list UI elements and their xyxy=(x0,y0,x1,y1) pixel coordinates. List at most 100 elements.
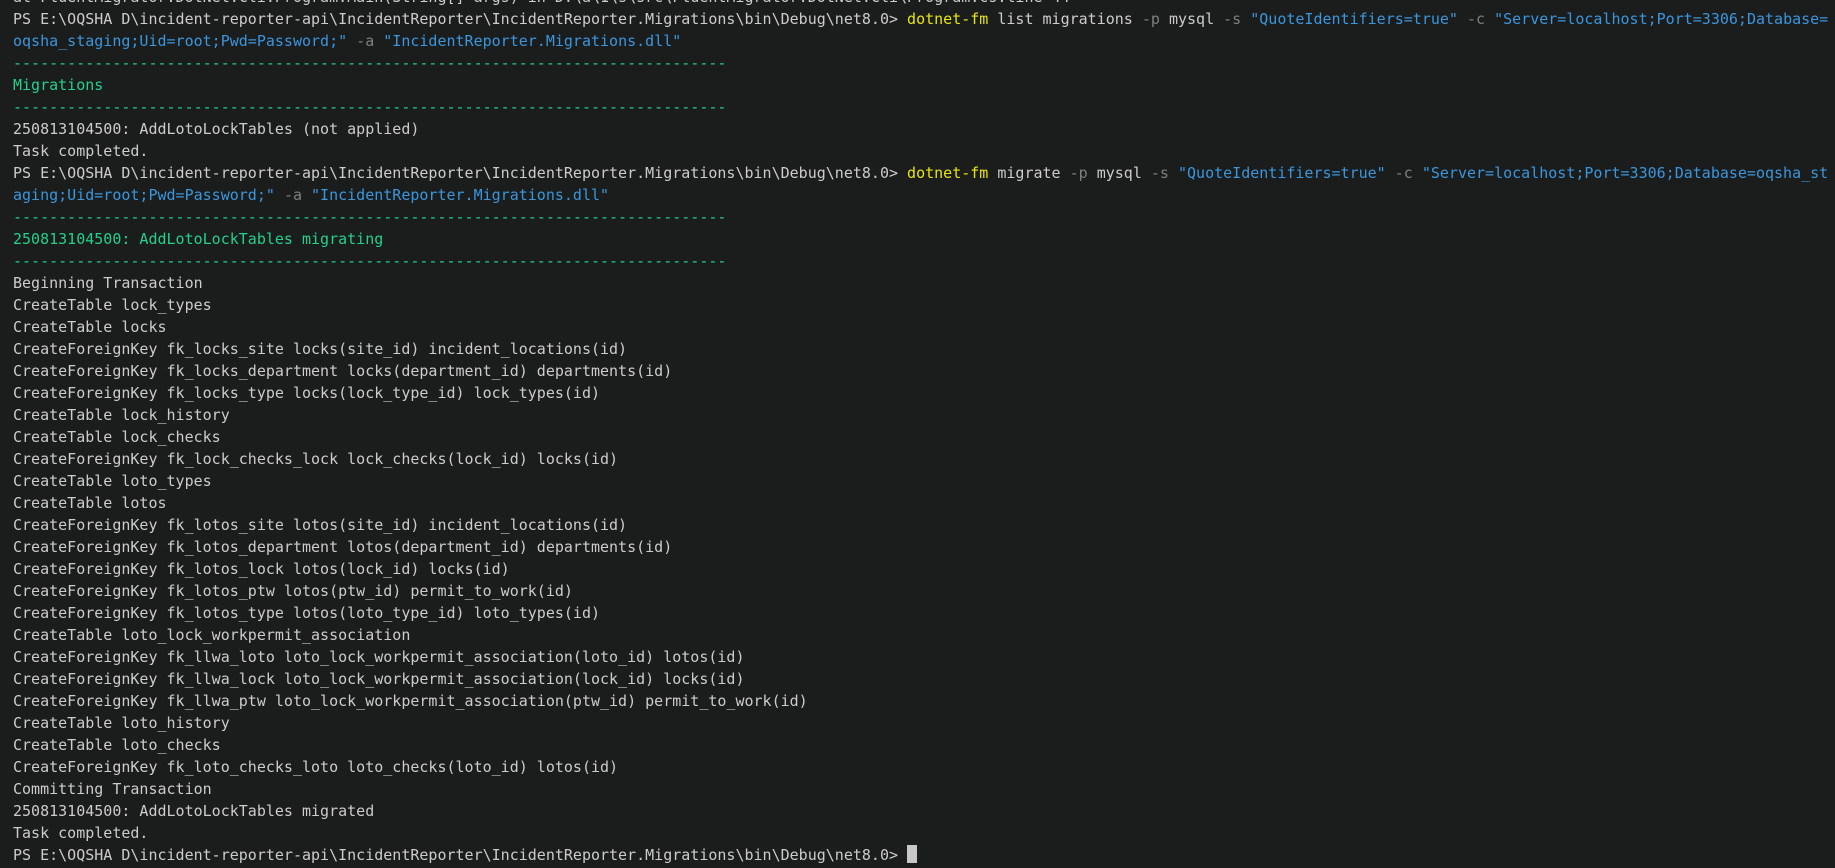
text-segment: CreateForeignKey fk_llwa_loto loto_lock_… xyxy=(13,648,745,666)
text-segment: at FluentMigrator.DotNet.Cli.Program.Mai… xyxy=(13,0,1070,6)
text-segment xyxy=(347,32,356,50)
text-segment: mysql xyxy=(1160,10,1223,28)
text-segment: CreateTable loto_history xyxy=(13,714,230,732)
text-segment xyxy=(1485,10,1494,28)
text-segment: CreateTable lotos xyxy=(13,494,167,512)
terminal-line: CreateTable locks xyxy=(13,316,1835,338)
terminal-line: CreateForeignKey fk_llwa_ptw loto_lock_w… xyxy=(13,690,1835,712)
text-segment: CreateForeignKey fk_locks_type locks(loc… xyxy=(13,384,600,402)
terminal-line: oqsha_staging;Uid=root;Pwd=Password;" -a… xyxy=(13,30,1835,52)
text-segment: 250813104500: AddLotoLockTables migrated xyxy=(13,802,374,820)
terminal-line: CreateForeignKey fk_locks_type locks(loc… xyxy=(13,382,1835,404)
text-segment: CreateForeignKey fk_llwa_lock loto_lock_… xyxy=(13,670,745,688)
terminal-cursor[interactable] xyxy=(907,845,917,863)
text-segment: CreateForeignKey fk_locks_department loc… xyxy=(13,362,672,380)
text-segment: "Server=localhost;Port=3306;Database=oqs… xyxy=(1422,164,1828,182)
text-segment: CreateTable loto_checks xyxy=(13,736,221,754)
terminal-line: at FluentMigrator.DotNet.Cli.Program.Mai… xyxy=(13,0,1835,8)
terminal-line: PS E:\OQSHA D\incident-reporter-api\Inci… xyxy=(13,8,1835,30)
terminal-line: 250813104500: AddLotoLockTables migratin… xyxy=(13,228,1835,250)
text-segment xyxy=(1169,164,1178,182)
text-segment: CreateTable loto_types xyxy=(13,472,212,490)
text-segment: Task completed. xyxy=(13,142,148,160)
text-segment: CreateForeignKey fk_lotos_lock lotos(loc… xyxy=(13,560,510,578)
text-segment: "IncidentReporter.Migrations.dll" xyxy=(311,186,609,204)
terminal-line: Task completed. xyxy=(13,822,1835,844)
text-segment: list migrations xyxy=(988,10,1142,28)
text-segment: CreateTable lock_types xyxy=(13,296,212,314)
text-segment: -c xyxy=(1467,10,1485,28)
terminal-line: PS E:\OQSHA D\incident-reporter-api\Inci… xyxy=(13,162,1835,184)
terminal-line: CreateTable loto_lock_workpermit_associa… xyxy=(13,624,1835,646)
terminal-line: aging;Uid=root;Pwd=Password;" -a "Incide… xyxy=(13,184,1835,206)
terminal-line: CreateForeignKey fk_lotos_lock lotos(loc… xyxy=(13,558,1835,580)
text-segment: CreateForeignKey fk_locks_site locks(sit… xyxy=(13,340,627,358)
text-segment: -s xyxy=(1151,164,1169,182)
text-segment xyxy=(275,186,284,204)
text-segment: 250813104500: AddLotoLockTables migratin… xyxy=(13,230,383,248)
text-segment: "Server=localhost;Port=3306;Database= xyxy=(1494,10,1828,28)
terminal-line: CreateTable loto_checks xyxy=(13,734,1835,756)
terminal-line: CreateTable loto_types xyxy=(13,470,1835,492)
terminal-line: CreateTable lotos xyxy=(13,492,1835,514)
terminal-line: CreateForeignKey fk_lotos_type lotos(lot… xyxy=(13,602,1835,624)
text-segment: CreateForeignKey fk_loto_checks_loto lot… xyxy=(13,758,618,776)
text-segment xyxy=(1458,10,1467,28)
separator-line: ----------------------------------------… xyxy=(13,206,1835,228)
terminal-line: CreateForeignKey fk_llwa_lock loto_lock_… xyxy=(13,668,1835,690)
text-segment: -p xyxy=(1142,10,1160,28)
terminal-line: CreateForeignKey fk_lotos_department lot… xyxy=(13,536,1835,558)
terminal-line: CreateForeignKey fk_locks_department loc… xyxy=(13,360,1835,382)
terminal-window[interactable]: at FluentMigrator.DotNet.Cli.Program.Mai… xyxy=(0,0,1835,868)
text-segment: ----------------------------------------… xyxy=(13,208,726,226)
text-segment: PS E:\OQSHA D\incident-reporter-api\Inci… xyxy=(13,10,907,28)
text-segment: 250813104500: AddLotoLockTables (not app… xyxy=(13,120,419,138)
terminal-line: PS E:\OQSHA D\incident-reporter-api\Inci… xyxy=(13,844,1835,866)
terminal-line: CreateTable lock_history xyxy=(13,404,1835,426)
terminal-line: CreateForeignKey fk_llwa_loto loto_lock_… xyxy=(13,646,1835,668)
text-segment: -s xyxy=(1223,10,1241,28)
text-segment: dotnet-fm xyxy=(907,164,988,182)
text-segment: -c xyxy=(1395,164,1413,182)
text-segment: CreateTable locks xyxy=(13,318,167,336)
text-segment: -a xyxy=(356,32,374,50)
text-segment: aging;Uid=root;Pwd=Password;" xyxy=(13,186,275,204)
text-segment xyxy=(1413,164,1422,182)
text-segment: migrate xyxy=(988,164,1069,182)
text-segment: CreateForeignKey fk_llwa_ptw loto_lock_w… xyxy=(13,692,808,710)
text-segment: -a xyxy=(284,186,302,204)
text-segment: PS E:\OQSHA D\incident-reporter-api\Inci… xyxy=(13,164,907,182)
terminal-line: Committing Transaction xyxy=(13,778,1835,800)
text-segment xyxy=(1241,10,1250,28)
separator-line: ----------------------------------------… xyxy=(13,96,1835,118)
terminal-line: CreateForeignKey fk_lock_checks_lock loc… xyxy=(13,448,1835,470)
text-segment xyxy=(302,186,311,204)
terminal-line: CreateTable lock_checks xyxy=(13,426,1835,448)
terminal-line: CreateForeignKey fk_locks_site locks(sit… xyxy=(13,338,1835,360)
terminal-line: CreateTable loto_history xyxy=(13,712,1835,734)
text-segment: CreateForeignKey fk_lotos_type lotos(lot… xyxy=(13,604,600,622)
text-segment: Migrations xyxy=(13,76,103,94)
text-segment: CreateForeignKey fk_lotos_department lot… xyxy=(13,538,672,556)
text-segment: Committing Transaction xyxy=(13,780,212,798)
terminal-line: CreateForeignKey fk_loto_checks_loto lot… xyxy=(13,756,1835,778)
text-segment: "IncidentReporter.Migrations.dll" xyxy=(383,32,681,50)
terminal-line: 250813104500: AddLotoLockTables (not app… xyxy=(13,118,1835,140)
text-segment: oqsha_staging;Uid=root;Pwd=Password;" xyxy=(13,32,347,50)
text-segment: Task completed. xyxy=(13,824,148,842)
text-segment xyxy=(374,32,383,50)
text-segment: CreateTable lock_checks xyxy=(13,428,221,446)
terminal-line: Migrations xyxy=(13,74,1835,96)
text-segment: CreateForeignKey fk_lock_checks_lock loc… xyxy=(13,450,618,468)
terminal-line: CreateForeignKey fk_lotos_ptw lotos(ptw_… xyxy=(13,580,1835,602)
text-segment: ----------------------------------------… xyxy=(13,98,726,116)
terminal-line: CreateForeignKey fk_lotos_site lotos(sit… xyxy=(13,514,1835,536)
text-segment: "QuoteIdentifiers=true" xyxy=(1250,10,1458,28)
text-segment: CreateTable loto_lock_workpermit_associa… xyxy=(13,626,410,644)
separator-line: ----------------------------------------… xyxy=(13,250,1835,272)
terminal-line: CreateTable lock_types xyxy=(13,294,1835,316)
text-segment: PS E:\OQSHA D\incident-reporter-api\Inci… xyxy=(13,846,907,864)
text-segment: ----------------------------------------… xyxy=(13,54,726,72)
text-segment: mysql xyxy=(1088,164,1151,182)
text-segment: Beginning Transaction xyxy=(13,274,203,292)
